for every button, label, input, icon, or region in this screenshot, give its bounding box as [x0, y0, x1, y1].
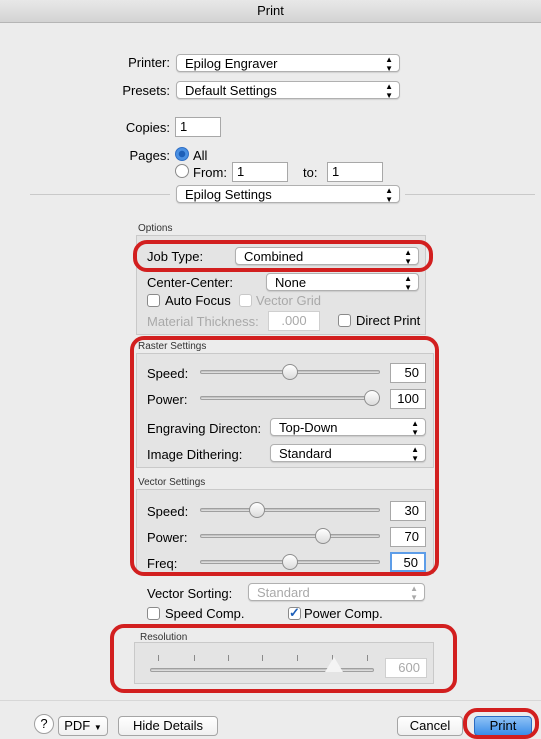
- vector-grid-checkbox[interactable]: [239, 294, 252, 307]
- raster-power-label: Power:: [147, 392, 188, 407]
- image-dithering-popup[interactable]: Standard ▲ ▼: [270, 444, 426, 463]
- pages-to-field[interactable]: 1: [327, 162, 383, 182]
- resolution-field[interactable]: 600: [385, 658, 427, 678]
- center-value: None: [275, 275, 307, 290]
- vector-speed-slider-track[interactable]: [200, 508, 380, 512]
- pages-from-radio[interactable]: [175, 164, 189, 178]
- vector-power-field[interactable]: 70: [390, 527, 426, 547]
- engraving-direction-label: Engraving Directon:: [147, 421, 262, 436]
- cancel-button[interactable]: Cancel: [397, 716, 463, 736]
- separator-left: [30, 194, 170, 195]
- pages-from-field[interactable]: 1: [232, 162, 288, 182]
- panel-select-popup[interactable]: Epilog Settings ▲ ▼: [176, 185, 400, 204]
- window-title-bar: Print: [0, 0, 541, 23]
- speed-comp-label: Speed Comp.: [165, 606, 245, 621]
- raster-power-field[interactable]: 100: [390, 389, 426, 409]
- vector-sorting-popup[interactable]: Standard ▲ ▼: [248, 583, 425, 602]
- center-label: Center-Center:: [147, 275, 233, 290]
- pdf-menu-button[interactable]: PDF ▼: [58, 716, 108, 736]
- speed-comp-checkbox[interactable]: [147, 607, 160, 620]
- raster-speed-slider-knob[interactable]: [282, 364, 298, 380]
- copies-label: Copies:: [125, 120, 170, 135]
- resolution-tick: [158, 655, 159, 661]
- popup-arrows-icon: ▲ ▼: [404, 248, 412, 266]
- printer-value: Epilog Engraver: [185, 56, 278, 71]
- auto-focus-label: Auto Focus: [165, 293, 231, 308]
- vector-grid-label: Vector Grid: [256, 293, 322, 308]
- pages-all-label: All: [193, 148, 208, 163]
- copies-field[interactable]: 1: [175, 117, 221, 137]
- auto-focus-checkbox[interactable]: [147, 294, 160, 307]
- presets-popup[interactable]: Default Settings ▲ ▼: [176, 81, 400, 100]
- resolution-tick: [194, 655, 195, 661]
- printer-label: Printer:: [128, 55, 170, 70]
- pages-to-label: to:: [303, 165, 318, 180]
- center-popup[interactable]: None ▲ ▼: [266, 273, 419, 292]
- vector-speed-field[interactable]: 30: [390, 501, 426, 521]
- printer-popup[interactable]: Epilog Engraver ▲ ▼: [176, 54, 400, 73]
- job-type-popup[interactable]: Combined ▲ ▼: [235, 247, 419, 266]
- vector-freq-field[interactable]: 50: [390, 552, 426, 572]
- vector-sorting-label: Vector Sorting:: [147, 586, 233, 601]
- pages-from-label: From:: [193, 165, 227, 180]
- direct-print-label: Direct Print: [356, 313, 421, 328]
- popup-arrows-icon: ▲ ▼: [404, 274, 412, 292]
- pages-label: Pages:: [129, 148, 170, 163]
- separator-right: [405, 194, 535, 195]
- chevron-down-icon: ▼: [93, 723, 102, 732]
- vector-speed-label: Speed:: [147, 504, 189, 519]
- engraving-direction-value: Top-Down: [279, 420, 338, 435]
- job-type-value: Combined: [244, 249, 304, 264]
- presets-label: Presets:: [122, 83, 170, 98]
- help-icon: ?: [40, 716, 48, 731]
- popup-arrows-icon: ▲ ▼: [410, 584, 418, 602]
- power-comp-checkbox[interactable]: ✓: [288, 606, 301, 620]
- resolution-slider-knob[interactable]: [325, 657, 343, 672]
- help-button[interactable]: ?: [34, 714, 54, 734]
- vector-freq-label: Freq:: [147, 556, 178, 571]
- material-thickness-label: Material Thickness:: [147, 314, 259, 329]
- window-title: Print: [257, 3, 284, 18]
- print-button[interactable]: Print: [474, 716, 532, 736]
- resolution-tick: [228, 655, 229, 661]
- image-dithering-label: Image Dithering:: [147, 447, 243, 462]
- resolution-tick: [297, 655, 298, 661]
- vector-power-label: Power:: [147, 530, 188, 545]
- vector-title: Vector Settings: [138, 477, 206, 488]
- raster-power-slider-knob[interactable]: [364, 390, 380, 406]
- pdf-label: PDF: [64, 718, 91, 733]
- engraving-direction-popup[interactable]: Top-Down ▲ ▼: [270, 418, 426, 437]
- vector-power-slider-knob[interactable]: [314, 528, 331, 544]
- popup-arrows-icon: ▲ ▼: [385, 186, 393, 204]
- raster-power-slider-track[interactable]: [200, 396, 380, 400]
- resolution-tick: [367, 655, 368, 661]
- footer-separator: [0, 700, 541, 701]
- raster-title: Raster Settings: [138, 341, 207, 352]
- hide-details-button[interactable]: Hide Details: [118, 716, 218, 736]
- job-type-label: Job Type:: [147, 249, 204, 264]
- popup-arrows-icon: ▲ ▼: [385, 82, 393, 100]
- popup-arrows-icon: ▲ ▼: [411, 419, 419, 437]
- power-comp-label: Power Comp.: [304, 606, 383, 621]
- panel-select-value: Epilog Settings: [185, 187, 272, 202]
- presets-value: Default Settings: [185, 83, 277, 98]
- raster-speed-field[interactable]: 50: [390, 363, 426, 383]
- pages-all-radio[interactable]: [175, 147, 189, 161]
- direct-print-checkbox[interactable]: [338, 314, 351, 327]
- options-title: Options: [138, 223, 173, 234]
- vector-sorting-value: Standard: [257, 585, 310, 600]
- popup-arrows-icon: ▲ ▼: [385, 55, 393, 73]
- vector-freq-slider-knob[interactable]: [282, 554, 298, 570]
- popup-arrows-icon: ▲ ▼: [411, 445, 419, 463]
- image-dithering-value: Standard: [279, 446, 332, 461]
- raster-speed-label: Speed:: [147, 366, 189, 381]
- material-thickness-field[interactable]: .000: [268, 311, 320, 331]
- resolution-tick: [262, 655, 263, 661]
- vector-power-slider-track[interactable]: [200, 534, 380, 538]
